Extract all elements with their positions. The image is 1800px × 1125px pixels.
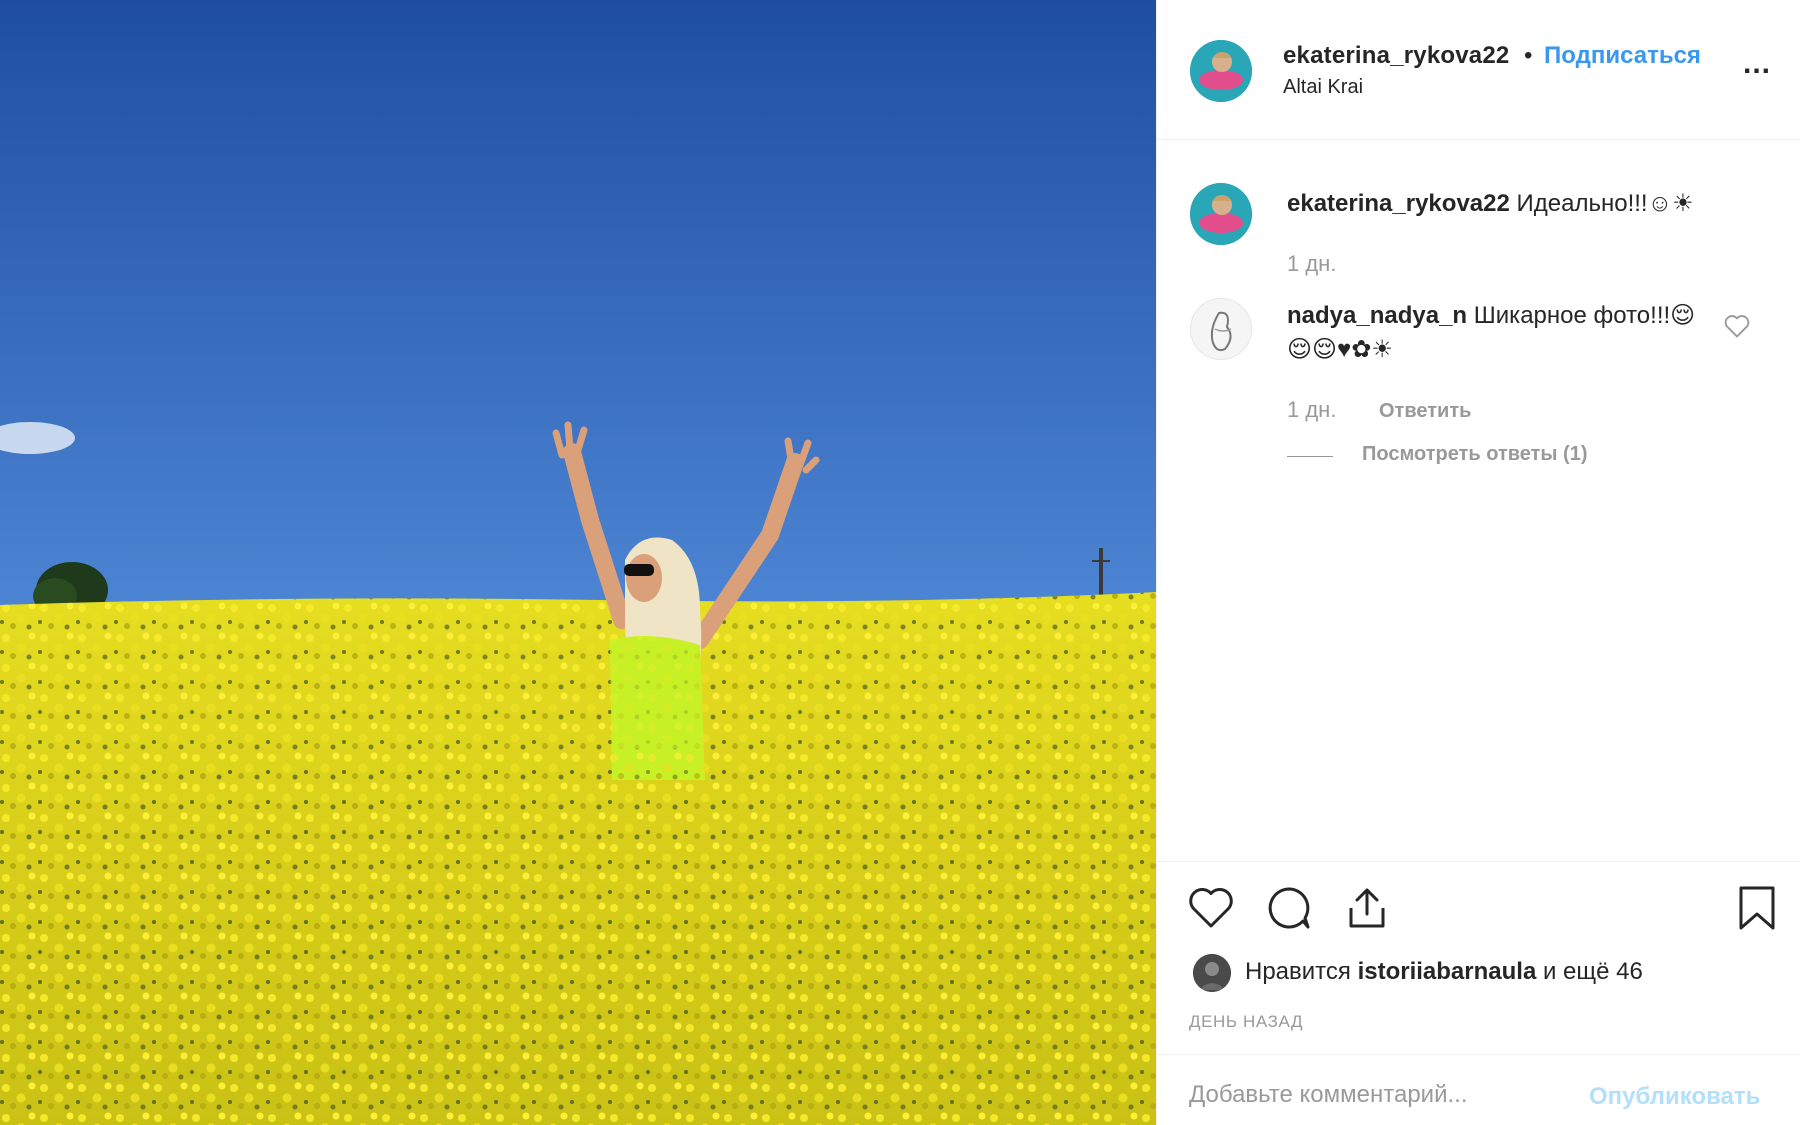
comment-like-icon[interactable] <box>1723 313 1751 339</box>
author-username[interactable]: ekaterina_rykova22 <box>1283 42 1509 70</box>
comment-username[interactable]: nadya_nadya_n <box>1287 302 1467 329</box>
add-comment-bar: Опубликовать <box>1157 1054 1800 1125</box>
photo-icon <box>0 0 1156 1125</box>
publish-button[interactable]: Опубликовать <box>1589 1083 1760 1111</box>
post-actions: Нравится istoriiabarnaula и ещё 46 ДЕНЬ … <box>1157 861 1800 1053</box>
likes-prefix: Нравится <box>1245 958 1351 985</box>
view-replies-button[interactable]: Посмотреть ответы (1) <box>1362 443 1588 466</box>
comments-list: ekaterina_rykova22 Идеально!!!☺☀ 1 дн. n… <box>1157 141 1800 861</box>
comment-item: nadya_nadya_n Шикарное фото!!!😌😌😌♥✿☀ <box>1287 299 1707 367</box>
comment-input[interactable] <box>1189 1075 1569 1115</box>
more-icon[interactable]: ... <box>1737 49 1777 90</box>
heart-icon[interactable] <box>1187 884 1235 930</box>
comment-time[interactable]: 1 дн. <box>1287 251 1336 277</box>
comment-text: Идеально!!!☺☀ <box>1516 190 1694 217</box>
separator-dot: • <box>1524 42 1533 69</box>
comment-time[interactable]: 1 дн. <box>1287 397 1336 423</box>
liker-username[interactable]: istoriiabarnaula <box>1358 958 1537 985</box>
replies-divider <box>1287 456 1333 457</box>
share-icon[interactable] <box>1343 884 1391 932</box>
commenter-avatar[interactable] <box>1190 183 1252 245</box>
likes-summary: Нравится istoriiabarnaula и ещё 46 <box>1245 958 1643 986</box>
follow-button[interactable]: Подписаться <box>1544 42 1701 70</box>
author-avatar[interactable] <box>1190 40 1252 102</box>
reply-button[interactable]: Ответить <box>1379 400 1471 423</box>
post-photo[interactable] <box>0 0 1156 1125</box>
bookmark-icon[interactable] <box>1735 884 1779 932</box>
liker-avatar[interactable] <box>1193 954 1231 992</box>
caption-comment: ekaterina_rykova22 Идеально!!!☺☀ <box>1287 189 1757 219</box>
comment-icon[interactable] <box>1265 884 1313 932</box>
commenter-avatar[interactable] <box>1190 298 1252 360</box>
post-header: ekaterina_rykova22 • Подписаться Altai K… <box>1157 0 1800 140</box>
post-location[interactable]: Altai Krai <box>1283 76 1363 99</box>
comment-username[interactable]: ekaterina_rykova22 <box>1287 190 1510 217</box>
post-side-panel: ekaterina_rykova22 • Подписаться Altai K… <box>1156 0 1800 1125</box>
likes-count[interactable]: и ещё 46 <box>1543 958 1643 985</box>
post-timestamp[interactable]: ДЕНЬ НАЗАД <box>1189 1012 1303 1032</box>
